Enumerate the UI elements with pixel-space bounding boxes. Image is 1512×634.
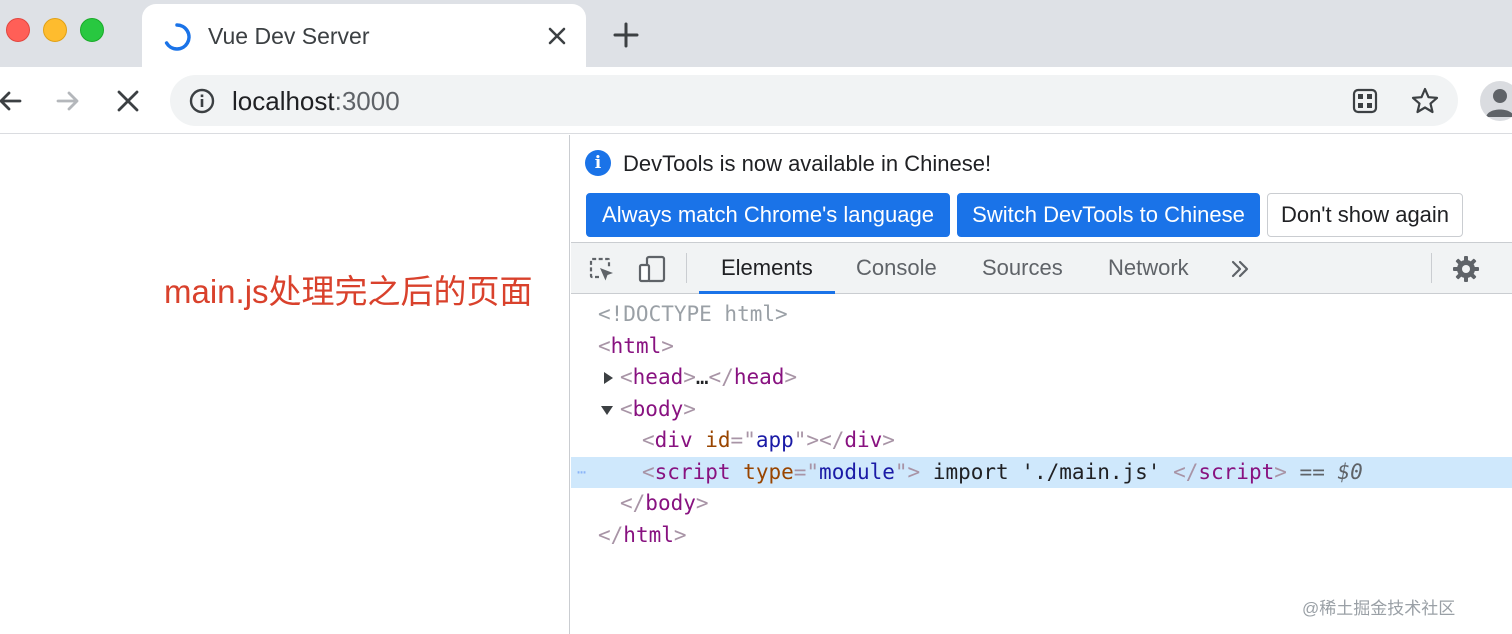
tab-console[interactable]: Console [856, 243, 937, 294]
active-tab-indicator [699, 291, 835, 294]
forward-arrow-icon[interactable] [52, 85, 84, 117]
tag-name: body [632, 397, 684, 421]
tag-name: script [1198, 460, 1275, 484]
bracket: < [642, 460, 655, 484]
maximize-window-button[interactable] [80, 18, 104, 42]
bracket: > [784, 365, 798, 389]
dom-node-html-close[interactable]: </html> [571, 520, 1512, 551]
stop-icon[interactable] [112, 85, 144, 117]
bracket: > [1274, 460, 1287, 484]
profile-icon[interactable] [1480, 81, 1512, 121]
info-icon: i [585, 150, 611, 176]
attr-name: id [705, 428, 731, 452]
bracket: </ [620, 491, 646, 515]
bracket: > [683, 365, 696, 389]
device-toolbar-icon[interactable] [637, 254, 667, 284]
tab-elements[interactable]: Elements [721, 243, 813, 294]
dom-node-body-open[interactable]: <body> [571, 394, 1512, 425]
active-tab[interactable]: Vue Dev Server [142, 4, 586, 67]
tag-name: div [654, 428, 693, 452]
tab-strip: Vue Dev Server [0, 0, 1512, 67]
loading-spinner-icon [164, 23, 191, 51]
row-actions-dots[interactable]: ⋯ [577, 457, 587, 488]
page-viewport: main.js处理完之后的页面 [0, 135, 570, 634]
always-match-language-button[interactable]: Always match Chrome's language [586, 193, 950, 237]
tab-sources[interactable]: Sources [982, 243, 1063, 294]
more-tabs-icon[interactable] [1227, 256, 1253, 282]
infobar-message: DevTools is now available in Chinese! [623, 151, 992, 176]
dom-node-head[interactable]: <head>…</head> [571, 362, 1512, 393]
doctype-text: <!DOCTYPE html> [598, 302, 788, 326]
minimize-window-button[interactable] [43, 18, 67, 42]
tag-name: script [654, 460, 731, 484]
tab-title: Vue Dev Server [208, 23, 370, 49]
selected-node-marker: == $0 [1299, 460, 1363, 484]
script-content: import './main.js' [920, 460, 1174, 484]
tag-name: head [632, 365, 684, 389]
bracket: </ [1173, 460, 1199, 484]
url-text[interactable]: localhost:3000 [232, 86, 400, 117]
inspect-element-icon[interactable] [587, 255, 615, 283]
equals-quote: =" [793, 460, 820, 484]
devtools-panel: i DevTools is now available in Chinese! … [571, 135, 1512, 634]
close-icon[interactable] [542, 21, 572, 51]
devtools-toolbar: Elements Console Sources Network [571, 243, 1512, 294]
back-arrow-icon[interactable] [0, 85, 26, 117]
browser-toolbar: localhost:3000 [0, 67, 1512, 134]
expand-triangle-icon[interactable] [602, 372, 614, 384]
attr-value: app [755, 428, 794, 452]
close-window-button[interactable] [6, 18, 30, 42]
bracket: < [598, 334, 611, 358]
bracket: </ [708, 365, 734, 389]
avatar [1486, 89, 1512, 117]
switch-to-chinese-button[interactable]: Switch DevTools to Chinese [957, 193, 1260, 237]
plus-icon[interactable] [610, 19, 642, 51]
bracket: < [642, 428, 655, 452]
star-icon[interactable] [1409, 85, 1441, 117]
watermark: @稀土掘金技术社区 [1302, 599, 1456, 618]
collapse-triangle-icon[interactable] [601, 404, 613, 416]
tag-name: body [645, 491, 696, 515]
bracket: < [620, 397, 633, 421]
tab-network[interactable]: Network [1108, 243, 1189, 294]
bracket: </ [598, 523, 624, 547]
bracket: > [882, 428, 895, 452]
url-port: :3000 [334, 86, 400, 116]
bracket: > [683, 397, 696, 421]
tag-name: div [844, 428, 883, 452]
info-icon[interactable] [188, 87, 216, 115]
dom-node-html-open[interactable]: <html> [571, 331, 1512, 362]
attr-name: type [743, 460, 794, 484]
bracket: > [661, 334, 674, 358]
dom-node-body-close[interactable]: </body> [571, 488, 1512, 519]
dom-node-script-selected[interactable]: ⋯ <script type="module"> import './main.… [571, 457, 1512, 488]
toolbar-divider [1431, 253, 1432, 283]
equals-quote: =" [730, 428, 756, 452]
attr-value: module [819, 460, 895, 484]
dom-node-doctype[interactable]: <!DOCTYPE html> [571, 299, 1512, 330]
tag-name: html [623, 523, 674, 547]
bracket: < [620, 365, 633, 389]
elements-dom-tree: <!DOCTYPE html> <html> <head>…</head> <b… [571, 295, 1512, 634]
bracket: > [695, 491, 709, 515]
dont-show-again-button[interactable]: Don't show again [1267, 193, 1463, 237]
address-bar[interactable]: localhost:3000 [170, 75, 1458, 126]
bracket: > [673, 523, 687, 547]
bracket: "></ [793, 428, 845, 452]
dom-node-div-app[interactable]: <div id="app"></div> [571, 425, 1512, 456]
devtools-infobar: i DevTools is now available in Chinese! … [571, 135, 1512, 243]
url-host: localhost [232, 86, 335, 116]
toolbar-divider [686, 253, 687, 283]
gear-icon[interactable] [1451, 254, 1481, 284]
tag-name: head [733, 365, 785, 389]
page-annotation: main.js处理完之后的页面 [164, 273, 533, 310]
apps-grid-icon[interactable] [1350, 86, 1380, 116]
bracket: "> [894, 460, 921, 484]
collapsed-ellipsis: … [695, 365, 709, 389]
tag-name: html [610, 334, 662, 358]
